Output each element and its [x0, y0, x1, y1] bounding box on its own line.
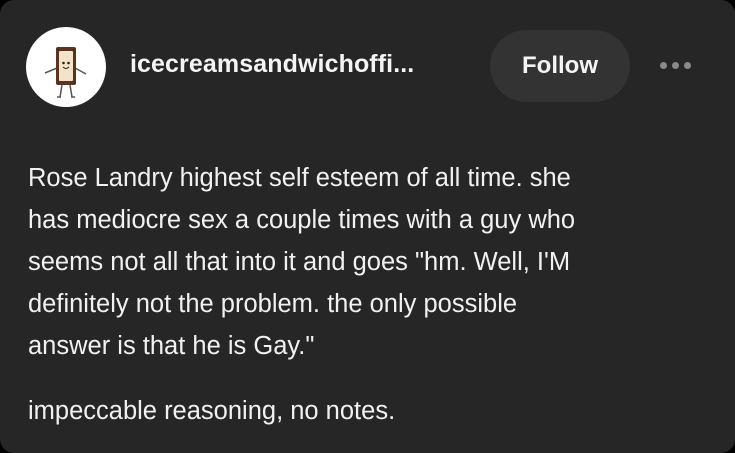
more-options-icon[interactable]: [650, 50, 700, 80]
username[interactable]: icecreamsandwichoffi...: [130, 50, 414, 79]
post-body: Rose Landry highest self esteem of all t…: [28, 157, 718, 367]
post-header: icecreamsandwichoffi... Follow: [0, 0, 735, 130]
avatar[interactable]: [26, 27, 106, 107]
post-card: icecreamsandwichoffi... Follow Rose Land…: [0, 0, 735, 453]
post-paragraph: impeccable reasoning, no notes.: [28, 397, 396, 425]
more-dot: [659, 61, 667, 69]
post-body-line: definitely not the problem. the only pos…: [28, 290, 518, 318]
post-body-line: has mediocre sex a couple times with a g…: [28, 206, 576, 234]
ice-cream-sandwich-icon: [44, 47, 87, 98]
follow-button[interactable]: Follow: [490, 30, 630, 102]
post-body-line: Rose Landry highest self esteem of all t…: [28, 164, 571, 192]
more-dot: [683, 61, 691, 69]
more-dot: [671, 61, 679, 69]
post-body-line: answer is that he is Gay.": [28, 332, 315, 360]
post-body-line: seems not all that into it and goes "hm.…: [28, 248, 571, 276]
